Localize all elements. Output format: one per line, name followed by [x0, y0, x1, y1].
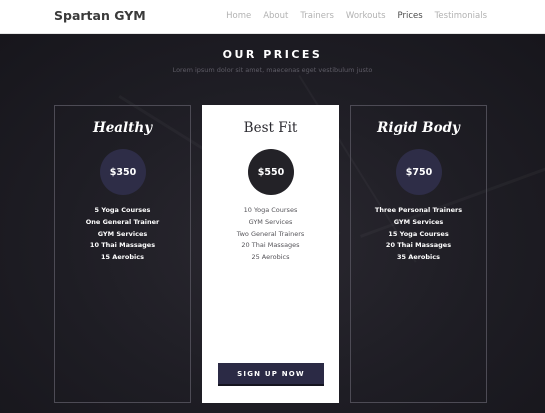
nav-link-about[interactable]: About [263, 11, 288, 21]
pricing-card-healthy: Healthy $350 5 Yoga Courses One General … [54, 105, 191, 403]
feature-item: 10 Yoga Courses [243, 206, 298, 214]
nav-link-prices[interactable]: Prices [398, 11, 423, 21]
price-badge: $550 [248, 149, 294, 195]
feature-item: 35 Aerobics [396, 253, 441, 262]
feature-item: 20 Thai Massages [385, 241, 452, 250]
plan-name: Best Fit [243, 120, 298, 136]
feature-item: 25 Aerobics [251, 253, 290, 262]
nav-link-trainers[interactable]: Trainers [300, 11, 334, 21]
price-badge: $750 [396, 149, 442, 195]
main-nav: Home About Trainers Workouts Prices Test… [226, 11, 487, 21]
feature-item: 15 Aerobics [100, 253, 145, 262]
nav-link-workouts[interactable]: Workouts [346, 11, 386, 21]
price-badge: $350 [100, 149, 146, 195]
section-subtitle: Lorem ipsum dolor sit amet, maecenas ege… [172, 66, 373, 74]
pricing-card-best-fit: Best Fit $550 10 Yoga Courses GYM Servic… [202, 105, 339, 403]
pricing-card-rigid-body: Rigid Body $750 Three Personal Trainers … [350, 105, 487, 403]
sign-up-button[interactable]: SIGN UP NOW [218, 363, 324, 386]
feature-list: Three Personal Trainers GYM Services 15 … [351, 205, 486, 264]
feature-item: One General Trainer [85, 217, 160, 226]
nav-link-home[interactable]: Home [226, 11, 251, 21]
feature-item: 15 Yoga Courses [388, 229, 449, 238]
plan-name: Healthy [92, 120, 153, 136]
feature-list: 5 Yoga Courses One General Trainer GYM S… [55, 205, 190, 264]
nav-link-testimonials[interactable]: Testimonials [435, 11, 487, 21]
feature-list: 10 Yoga Courses GYM Services Two General… [203, 205, 338, 264]
feature-item: Two General Trainers [236, 229, 305, 238]
feature-item: 20 Thai Massages [241, 241, 300, 250]
prices-section: OUR PRICES Lorem ipsum dolor sit amet, m… [0, 35, 545, 413]
feature-item: 5 Yoga Courses [94, 206, 151, 214]
feature-item: GYM Services [393, 217, 444, 226]
top-navbar: Spartan GYM Home About Trainers Workouts… [0, 0, 545, 34]
feature-item: GYM Services [97, 229, 148, 238]
section-title: OUR PRICES [222, 48, 323, 61]
feature-item: 10 Thai Massages [89, 241, 156, 250]
feature-item: Three Personal Trainers [374, 206, 463, 214]
plan-name: Rigid Body [377, 120, 460, 136]
brand-logo-text[interactable]: Spartan GYM [54, 8, 146, 23]
feature-item: GYM Services [248, 217, 293, 226]
